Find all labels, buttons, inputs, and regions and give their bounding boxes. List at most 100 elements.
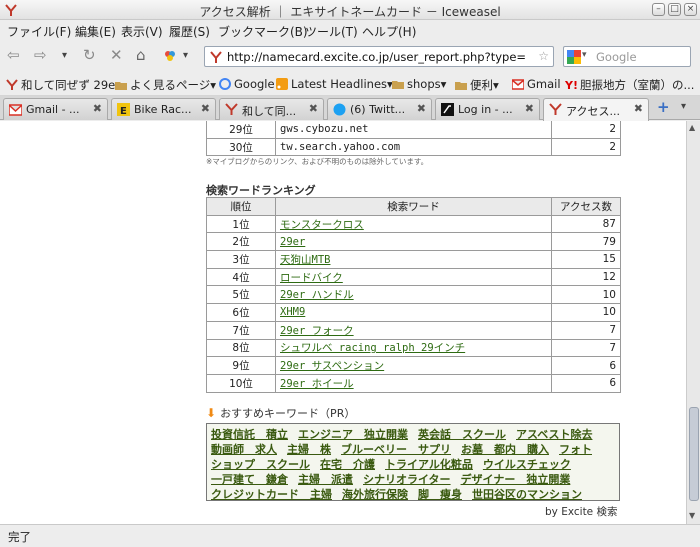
google-icon[interactable] bbox=[567, 50, 581, 64]
menu-view[interactable]: 表示(V) bbox=[121, 23, 163, 40]
keyword-link[interactable]: 29er フォーク bbox=[280, 325, 354, 337]
close-tab-icon[interactable]: ✖ bbox=[634, 102, 643, 115]
recommended-keyword-link[interactable]: 一戸建て 鎌倉 bbox=[211, 472, 288, 487]
referrer-table: 29位 gws.cybozu.net 2 30位 tw.search.yahoo… bbox=[206, 121, 621, 157]
window-title: アクセス解析 ｜ エキサイトネームカード － Iceweasel bbox=[199, 5, 501, 19]
menu-history[interactable]: 履歴(S) bbox=[169, 23, 210, 40]
title-bar: アクセス解析 ｜ エキサイトネームカード － Iceweasel – □ × bbox=[0, 0, 700, 20]
rank-cell: 29位 bbox=[206, 121, 276, 139]
menu-tools[interactable]: ツール(T) bbox=[305, 23, 358, 40]
bike-site-icon bbox=[225, 103, 238, 115]
bookmark-item[interactable]: 和して同ぜず 29er bbox=[6, 77, 120, 93]
keyword-link[interactable]: 29er サスペンション bbox=[280, 360, 384, 372]
bookmark-item[interactable]: Latest Headlines▾ bbox=[276, 77, 393, 91]
close-tab-icon[interactable]: ✖ bbox=[201, 102, 210, 115]
tab-login[interactable]: Log in - ... ✖ bbox=[435, 98, 540, 120]
keyword-link[interactable]: 天狗山MTB bbox=[280, 254, 330, 266]
recommended-keyword-link[interactable]: ショップ スクール bbox=[211, 457, 310, 472]
search-engine-dropdown-icon[interactable]: ▾ bbox=[582, 50, 587, 60]
bookmark-item[interactable]: Gmail bbox=[512, 77, 561, 91]
recommended-keyword-link[interactable]: フォト bbox=[559, 442, 592, 457]
close-tab-icon[interactable]: ✖ bbox=[525, 102, 534, 115]
search-input[interactable]: Google bbox=[596, 50, 637, 64]
rank-cell: 9位 bbox=[206, 356, 276, 375]
back-icon[interactable]: ⇦ bbox=[7, 46, 20, 64]
keyword-link[interactable]: 29er ホイール bbox=[280, 378, 354, 390]
bookmark-label: Latest Headlines▾ bbox=[291, 77, 393, 91]
url-text[interactable]: http://namecard.excite.co.jp/user_report… bbox=[227, 50, 527, 64]
bookmark-item[interactable]: よく見るページ▾ bbox=[115, 77, 216, 93]
recommended-keyword-link[interactable]: 投資信託 積立 bbox=[211, 427, 288, 442]
menu-help[interactable]: ヘルプ(H) bbox=[362, 23, 416, 40]
menu-file[interactable]: ファイル(F) bbox=[7, 23, 71, 40]
table-row: 10位 29er ホイール 6 bbox=[206, 373, 621, 393]
addon-dropdown-icon[interactable]: ▾ bbox=[183, 50, 188, 61]
scroll-up-arrow-icon[interactable]: ▲ bbox=[689, 123, 695, 132]
recommended-keyword-link[interactable]: 世田谷区のマンション bbox=[472, 487, 582, 502]
tab-blog[interactable]: 和して同... ✖ bbox=[219, 98, 324, 120]
table-header-row: 順位 検索ワード アクセス数 bbox=[206, 197, 621, 216]
recommended-keyword-link[interactable]: トライアル化粧品 bbox=[385, 457, 473, 472]
menu-bookmarks[interactable]: ブックマーク(B) bbox=[218, 23, 308, 40]
bookmark-item[interactable]: shops▾ bbox=[392, 77, 446, 91]
recommended-keyword-link[interactable]: 主婦 株 bbox=[287, 442, 331, 457]
recommended-keyword-link[interactable]: 海外旅行保険 bbox=[342, 487, 408, 502]
rank-cell: 7位 bbox=[206, 320, 276, 340]
rss-icon bbox=[276, 78, 288, 90]
bookmark-item[interactable]: Y! 胆振地方（室蘭）の... bbox=[565, 77, 694, 93]
yahoo-icon: Y! bbox=[565, 79, 577, 91]
recommended-keywords-box: 投資信託 積立 エンジニア 独立開業 英会話 スクール アスベスト除去動画師 求人 主婦… bbox=[206, 423, 620, 501]
recommended-keyword-link[interactable]: エンジニア 独立開業 bbox=[298, 427, 408, 442]
keyword-link[interactable]: 29er bbox=[280, 236, 305, 248]
keyword-link[interactable]: シュワルベ racing ralph 29インチ bbox=[280, 342, 465, 354]
recommended-keyword-link[interactable]: お墓 都内 購入 bbox=[461, 442, 549, 457]
close-tab-icon[interactable]: ✖ bbox=[93, 102, 102, 115]
recommended-keyword-link[interactable]: ブルーベリー サプリ bbox=[341, 442, 451, 457]
bookmark-label: shops▾ bbox=[407, 77, 447, 91]
tab-gmail[interactable]: Gmail - ... ✖ bbox=[3, 98, 108, 120]
keyword-link[interactable]: 29er ハンドル bbox=[280, 289, 354, 301]
stop-icon[interactable]: ✕ bbox=[110, 46, 123, 64]
scrollbar-thumb[interactable] bbox=[689, 407, 699, 501]
recommended-keyword-link[interactable]: 在宅 介護 bbox=[320, 457, 375, 472]
history-dropdown-icon[interactable]: ▾ bbox=[62, 50, 67, 61]
reload-icon[interactable]: ↻ bbox=[83, 46, 96, 64]
recommended-keyword-link[interactable]: 英会話 スクール bbox=[418, 427, 506, 442]
bookmark-item[interactable]: Google bbox=[219, 77, 275, 91]
tab-twitter[interactable]: (6) Twitt... ✖ bbox=[327, 98, 432, 120]
forward-icon[interactable]: ⇨ bbox=[34, 46, 47, 64]
recommended-keyword-link[interactable]: アスベスト除去 bbox=[516, 427, 592, 442]
recommended-keyword-link[interactable]: 動画師 求人 bbox=[211, 442, 277, 457]
url-bar[interactable]: http://namecard.excite.co.jp/user_report… bbox=[204, 46, 554, 67]
recommended-keyword-link[interactable]: ウイルスチェック bbox=[483, 457, 571, 472]
recommended-keyword-link[interactable]: デザイナー 独立開業 bbox=[461, 472, 571, 487]
tab-access-report[interactable]: アクセス... ✖ bbox=[543, 98, 649, 121]
recommended-keyword-link[interactable]: クレジットカード 主婦 bbox=[211, 487, 332, 502]
maximize-button[interactable]: □ bbox=[668, 3, 681, 16]
recommended-keywords-header: ⬇ おすすめキーワード（PR） bbox=[206, 405, 355, 421]
bookmark-star-icon[interactable]: ☆ bbox=[538, 49, 549, 63]
keyword-link[interactable]: XHM9 bbox=[280, 306, 305, 318]
scroll-down-arrow-icon[interactable]: ▼ bbox=[689, 511, 695, 520]
header-keyword: 検索ワード bbox=[275, 197, 552, 216]
vertical-scrollbar[interactable]: ▲ ▼ bbox=[686, 121, 700, 524]
close-tab-icon[interactable]: ✖ bbox=[417, 102, 426, 115]
minimize-button[interactable]: – bbox=[652, 3, 665, 16]
tab-bike-racing[interactable]: E Bike Rac... ✖ bbox=[111, 98, 216, 120]
keyword-link[interactable]: モンスタークロス bbox=[280, 219, 364, 231]
recommended-keyword-link[interactable]: 脚 痩身 bbox=[418, 487, 462, 502]
keyword-link[interactable]: ロードバイク bbox=[280, 272, 343, 284]
bookmark-item[interactable]: 便利▾ bbox=[455, 77, 499, 93]
recommended-keyword-link[interactable]: 主婦 派遣 bbox=[298, 472, 353, 487]
new-tab-icon[interactable]: + bbox=[657, 98, 670, 116]
close-tab-icon[interactable]: ✖ bbox=[309, 102, 318, 115]
menu-edit[interactable]: 編集(E) bbox=[75, 23, 116, 40]
addon-icon[interactable] bbox=[163, 49, 177, 63]
table-row: 4位 ロードバイク 12 bbox=[206, 267, 621, 287]
home-icon[interactable]: ⌂ bbox=[136, 46, 146, 64]
tab-list-dropdown-icon[interactable]: ▾ bbox=[681, 101, 686, 112]
search-bar[interactable]: ▾ Google bbox=[563, 46, 691, 67]
close-window-button[interactable]: × bbox=[684, 3, 697, 16]
recommended-keyword-link[interactable]: シナリオライター bbox=[363, 472, 451, 487]
excite-search-byline[interactable]: by Excite 検索 bbox=[545, 504, 618, 519]
